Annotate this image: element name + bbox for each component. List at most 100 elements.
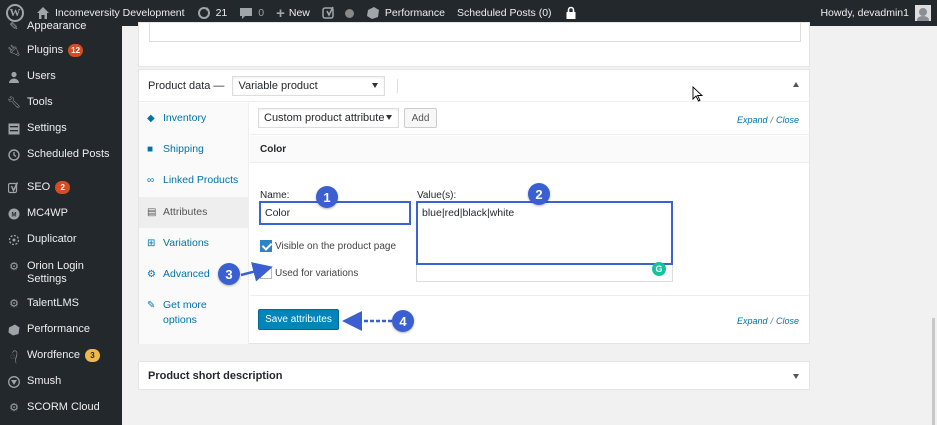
sidebar-item-label: Users: [27, 70, 56, 82]
expand-link[interactable]: Expand: [737, 115, 768, 125]
visible-label: Visible on the product page: [275, 241, 397, 252]
tab-label: Shipping: [163, 143, 204, 155]
tab-label: Variations: [163, 237, 209, 249]
header-divider: [397, 78, 399, 93]
my-account-menu[interactable]: Howdy, devadmin1: [820, 5, 937, 21]
expand-toggle-icon[interactable]: [793, 374, 799, 379]
tab-get-more-options[interactable]: ✎ Get more options: [139, 298, 249, 328]
seo-notice-badge: 2: [55, 181, 71, 194]
attribute-name-input[interactable]: Color: [259, 201, 411, 225]
sidebar-item-label: Tools: [27, 96, 53, 108]
previous-metabox: [138, 22, 810, 67]
sidebar-item-appearance[interactable]: ✎ Appearance: [0, 20, 122, 34]
page-scrollbar[interactable]: [932, 318, 935, 425]
attribute-select-value: Custom product attribute: [264, 112, 385, 124]
comments-count: 0: [258, 7, 265, 19]
link-icon: ∞: [147, 175, 155, 186]
wordfence-icon: ᭄: [10, 351, 18, 361]
sidebar-item-label: Scheduled Posts: [27, 148, 110, 160]
expand-close-links: Expand / Close: [737, 316, 799, 326]
collapse-toggle-icon[interactable]: [793, 82, 799, 87]
close-link[interactable]: Close: [776, 115, 799, 125]
gear-icon: ⚙: [9, 260, 19, 273]
product-short-description-metabox[interactable]: Product short description: [138, 361, 810, 390]
tab-attributes[interactable]: ▤ Attributes: [139, 197, 249, 228]
sidebar-item-orion-login[interactable]: ⚙ Orion Login Settings: [0, 260, 122, 286]
visible-on-product-page-checkbox[interactable]: [260, 240, 272, 252]
wordfence-alert-badge: 3: [85, 349, 100, 362]
comment-icon: [240, 8, 253, 19]
previous-metabox-field: [149, 23, 801, 42]
lock-icon: [566, 6, 576, 19]
svg-text:M: M: [12, 213, 17, 219]
gear-icon: ⚙: [9, 401, 19, 414]
attribute-taxonomy-select[interactable]: Custom product attribute: [258, 108, 399, 128]
sidebar-item-mc4wp[interactable]: M MC4WP: [0, 207, 122, 221]
tab-inventory[interactable]: ◆ Inventory: [139, 111, 249, 126]
sidebar-item-plugins[interactable]: 🔌︎ Plugins 12: [0, 44, 122, 58]
sidebar-item-talentlms[interactable]: ⚙ TalentLMS: [0, 297, 122, 311]
duplicator-icon: [7, 233, 21, 247]
sidebar-item-label: Duplicator: [27, 233, 77, 245]
updates-count: 21: [215, 7, 228, 19]
chevron-down-icon: [372, 82, 379, 88]
product-type-select[interactable]: Variable product: [232, 75, 386, 96]
sidebar-item-label: TalentLMS: [27, 297, 79, 309]
expand-link[interactable]: Expand: [737, 316, 768, 326]
plugins-update-badge: 12: [68, 44, 84, 57]
user-icon: [7, 70, 21, 84]
sidebar-item-label: Performance: [27, 323, 90, 335]
tab-label: Inventory: [163, 112, 207, 124]
tab-label: Advanced: [163, 268, 210, 280]
attribute-title[interactable]: Color: [250, 136, 809, 163]
sidebar-item-seo[interactable]: SEO 2: [0, 181, 122, 195]
site-name: Incomeversity Development: [55, 7, 185, 19]
sidebar-item-performance[interactable]: Performance: [0, 323, 122, 337]
tab-label: Linked Products: [163, 174, 239, 186]
tab-linked-products[interactable]: ∞ Linked Products: [139, 173, 249, 188]
attributes-panel: Custom product attribute Add Expand / Clos…: [250, 103, 809, 344]
sidebar-item-tools[interactable]: 🔧︎ Tools: [0, 96, 122, 110]
close-link[interactable]: Close: [776, 316, 799, 326]
truck-icon: ■: [147, 144, 154, 155]
grammarly-icon[interactable]: G: [652, 262, 666, 276]
mouse-cursor-icon: [692, 86, 704, 102]
avatar: [915, 5, 931, 21]
callout-2: 2: [528, 183, 550, 205]
smush-icon: [7, 375, 21, 389]
textarea-bottom: [416, 265, 673, 282]
product-data-header: Product data — Variable product: [139, 70, 809, 102]
sidebar-item-scheduled-posts[interactable]: Scheduled Posts: [0, 148, 122, 162]
attribute-values-textarea[interactable]: blue|red|black|white: [416, 201, 673, 265]
expand-close-links: Expand / Close: [737, 115, 799, 125]
sidebar-item-duplicator[interactable]: Duplicator: [0, 233, 122, 247]
sidebar-item-wordfence[interactable]: ᭄ Wordfence 3: [0, 349, 122, 363]
callout-1: 1: [316, 186, 338, 208]
sidebar-item-users[interactable]: Users: [0, 70, 122, 84]
save-attributes-area: Save attributes Expand / Close: [250, 295, 809, 343]
sidebar-item-label: Orion Login Settings: [27, 260, 84, 285]
main-content: Product data — Variable product ◆ Invent…: [122, 22, 937, 425]
used-for-variations-checkbox[interactable]: [260, 267, 272, 279]
callout-4: 4: [392, 310, 414, 332]
grid-icon: ⊞: [147, 238, 156, 249]
sidebar-item-smush[interactable]: Smush: [0, 375, 122, 389]
variations-label: Used for variations: [275, 268, 359, 279]
list-icon: ▤: [147, 207, 157, 218]
tab-variations[interactable]: ⊞ Variations: [139, 236, 249, 251]
settings-icon: [7, 122, 21, 136]
sidebar-item-settings[interactable]: Settings: [0, 122, 122, 136]
howdy-text: Howdy, devadmin1: [820, 7, 909, 19]
product-data-metabox: Product data — Variable product ◆ Invent…: [138, 69, 810, 344]
sidebar-item-scorm-cloud[interactable]: ⚙ SCORM Cloud: [0, 401, 122, 415]
sidebar-item-label: MC4WP: [27, 207, 68, 219]
sidebar-item-label: Plugins: [27, 44, 64, 56]
save-attributes-button[interactable]: Save attributes: [258, 309, 339, 330]
tab-shipping[interactable]: ■ Shipping: [139, 142, 249, 157]
name-label: Name:: [260, 190, 290, 201]
plus-icon: +: [276, 4, 285, 22]
admin-sidebar: ✎ Appearance 🔌︎ Plugins 12 Users 🔧︎ Tool…: [0, 20, 122, 425]
add-attribute-button[interactable]: Add: [404, 108, 437, 128]
gear-icon: ⚙: [147, 269, 156, 280]
callout-3: 3: [218, 263, 240, 285]
